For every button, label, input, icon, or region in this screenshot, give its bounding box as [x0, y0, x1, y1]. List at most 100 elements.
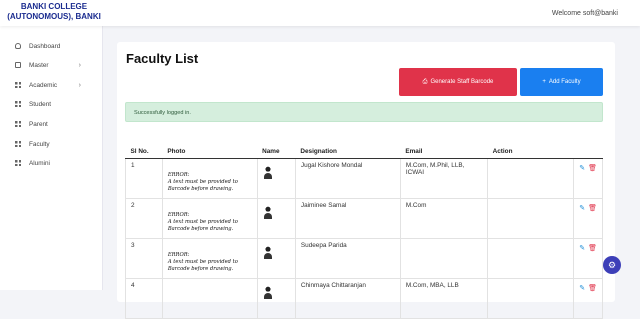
sidebar-item-student[interactable]: Student [15, 98, 95, 110]
cell-sl: 1 [125, 157, 163, 199]
sidebar-item-label: Dashboard [29, 42, 61, 50]
generate-barcode-button[interactable]: ⎙ Generate Staff Barcode [399, 68, 517, 96]
gear-icon: ⚙ [607, 259, 617, 270]
grid-icon [15, 121, 21, 127]
barcode-error-line2: A text must be provided to Barcode befor… [167, 218, 238, 232]
cell-action [487, 157, 575, 199]
top-bar: BANKI COLLEGE (AUTONOMOUS), BANKI Welcom… [0, 0, 640, 26]
faculty-photo-thumbnail [262, 244, 273, 259]
cell-name [256, 237, 296, 279]
edit-pencil-icon[interactable]: ✎ [579, 244, 585, 252]
cell-tools: ✎ 🗑 [573, 277, 603, 319]
col-header-designation: Designation [295, 146, 401, 159]
cell-email: M.Com [399, 197, 489, 239]
cell-photo: ERROR: A text must be provided to Barcod… [161, 197, 258, 239]
col-header-name: Name [257, 146, 296, 159]
cell-action [487, 277, 575, 319]
brand-logo-text[interactable]: BANKI COLLEGE (AUTONOMOUS), BANKI [4, 2, 104, 22]
edit-pencil-icon[interactable]: ✎ [579, 204, 585, 212]
generate-barcode-label: Generate Staff Barcode [430, 79, 494, 85]
grid-icon [15, 141, 21, 147]
cell-tools: ✎ 🗑 [573, 197, 603, 239]
chevron-right-icon: › [78, 81, 81, 89]
sidebar-item-parent[interactable]: Parent [15, 118, 95, 130]
delete-trash-icon[interactable]: 🗑 [588, 164, 597, 172]
table-row: 4 Chinmaya Chittaranjan M.Com, MBA, LLB … [125, 277, 603, 319]
cell-email: M.Com, MBA, LLB [399, 277, 489, 319]
sidebar-item-alumini[interactable]: Alumini [15, 157, 95, 169]
sidebar-item-dashboard[interactable]: Dashboard [15, 40, 95, 52]
col-header-photo: Photo [162, 146, 258, 159]
sidebar-item-label: Alumini [29, 159, 50, 167]
cell-designation: Sudeepa Parida [294, 237, 401, 279]
grid-icon [15, 160, 21, 166]
cell-sl: 2 [125, 197, 163, 239]
sidebar-item-label: Master [29, 61, 49, 69]
faculty-table: Sl No. Photo Name Designation Email Acti… [125, 146, 603, 319]
cell-photo [161, 277, 258, 319]
barcode-error-image: ERROR: A text must be provided to Barcod… [168, 242, 252, 273]
sidebar: Dashboard Master › Academic › Student Pa… [0, 26, 103, 290]
cell-email [399, 237, 489, 279]
sidebar-item-label: Student [29, 100, 52, 108]
faculty-photo-thumbnail [262, 284, 273, 299]
brand-line-1: BANKI COLLEGE [20, 2, 88, 11]
cell-tools: ✎ 🗑 [573, 157, 603, 199]
sidebar-item-label: Faculty [29, 140, 50, 148]
barcode-error-line1: ERROR: [167, 251, 190, 258]
barcode-error-line1: ERROR: [167, 171, 190, 178]
sidebar-item-label: Academic [29, 81, 58, 89]
delete-trash-icon[interactable]: 🗑 [588, 284, 597, 292]
faculty-photo-thumbnail [262, 204, 273, 219]
delete-trash-icon[interactable]: 🗑 [588, 244, 597, 252]
cell-tools: ✎ 🗑 [573, 237, 603, 279]
sidebar-item-academic[interactable]: Academic › [15, 79, 95, 91]
cell-designation: Chinmaya Chittaranjan [294, 277, 401, 319]
col-header-action: Action [487, 146, 574, 159]
plus-icon: + [542, 79, 546, 85]
add-faculty-label: Add Faculty [548, 79, 581, 85]
grid-icon [15, 101, 21, 107]
cell-name [256, 197, 296, 239]
table-row: 3 ERROR: A text must be provided to Barc… [125, 237, 603, 279]
settings-fab[interactable]: ⚙ [603, 256, 621, 274]
table-header-row: Sl No. Photo Name Designation Email Acti… [125, 146, 603, 159]
col-header-sl: Sl No. [125, 146, 163, 159]
cell-sl: 4 [125, 277, 163, 319]
faculty-photo-thumbnail [262, 164, 273, 179]
sidebar-item-master[interactable]: Master › [15, 59, 95, 71]
cell-action [487, 197, 575, 239]
page-title: Faculty List [126, 51, 199, 66]
table-row: 1 ERROR: A text must be provided to Barc… [125, 157, 603, 199]
print-icon: ⎙ [422, 78, 428, 85]
barcode-error-image: ERROR: A text must be provided to Barcod… [168, 162, 252, 193]
barcode-error-line2: A text must be provided to Barcode befor… [167, 258, 238, 272]
cell-photo: ERROR: A text must be provided to Barcod… [161, 237, 258, 279]
cell-name [256, 157, 296, 199]
cell-action [487, 237, 575, 279]
col-header-tools [573, 146, 603, 159]
edit-pencil-icon[interactable]: ✎ [579, 164, 585, 172]
card-icon [15, 62, 21, 68]
col-header-email: Email [400, 146, 488, 159]
chevron-right-icon: › [78, 61, 81, 69]
add-faculty-button[interactable]: + Add Faculty [520, 68, 603, 96]
barcode-error-line2: A text must be provided to Barcode befor… [167, 178, 238, 192]
sidebar-item-label: Parent [29, 120, 48, 128]
edit-pencil-icon[interactable]: ✎ [579, 284, 585, 292]
grid-icon [15, 82, 21, 88]
cell-designation: Jaiminee Samal [294, 197, 401, 239]
barcode-error-image: ERROR: A text must be provided to Barcod… [168, 202, 252, 233]
user-icon [15, 43, 21, 49]
faculty-list-card: Faculty List ⎙ Generate Staff Barcode + … [117, 42, 615, 319]
welcome-user[interactable]: Welcome soft@banki [552, 10, 618, 17]
delete-trash-icon[interactable]: 🗑 [588, 204, 597, 212]
sidebar-item-faculty[interactable]: Faculty [15, 138, 95, 150]
barcode-error-line1: ERROR: [167, 211, 190, 218]
cell-email: M.Com, M.Phil, LLB, ICWAI [399, 157, 489, 199]
table-row: 2 ERROR: A text must be provided to Barc… [125, 197, 603, 239]
success-alert: Successfully logged in. [125, 102, 603, 122]
cell-sl: 3 [125, 237, 163, 279]
brand-line-2: (AUTONOMOUS), BANKI [7, 12, 101, 21]
cell-photo: ERROR: A text must be provided to Barcod… [161, 157, 258, 199]
